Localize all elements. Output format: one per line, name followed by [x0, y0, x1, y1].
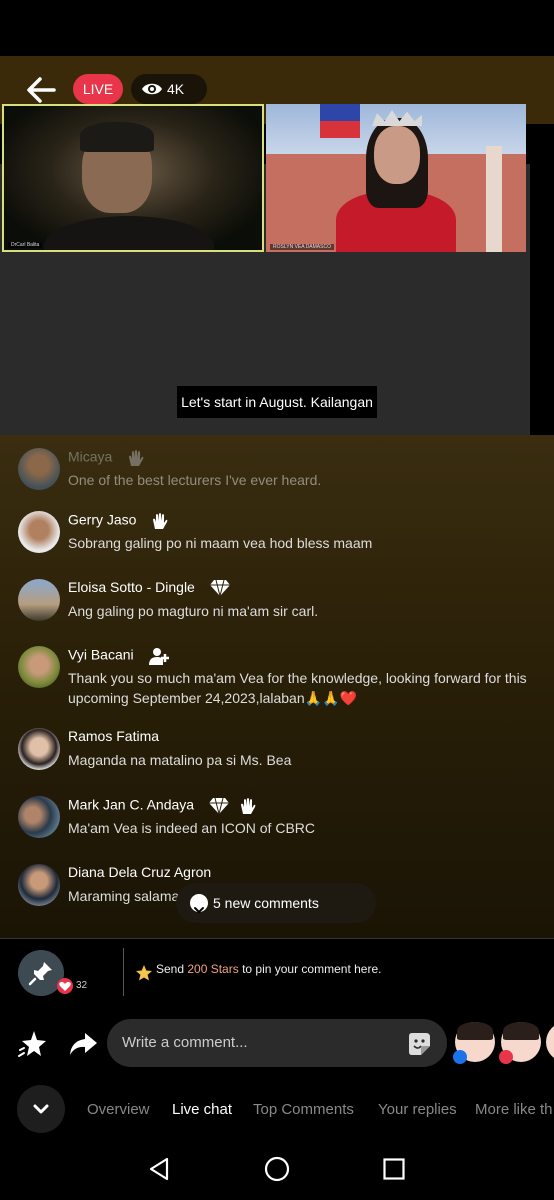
avatar[interactable] — [18, 448, 60, 490]
nav-back-icon[interactable] — [147, 1157, 171, 1181]
share-arrow-icon — [70, 1033, 97, 1055]
heart-icon — [499, 1050, 513, 1064]
new-comments-label: 5 new comments — [213, 895, 319, 911]
tab-overview[interactable]: Overview — [87, 1101, 150, 1118]
back-button[interactable] — [24, 74, 58, 106]
viewer-count: 4K — [167, 81, 185, 97]
avatar[interactable] — [18, 796, 60, 838]
divider — [123, 948, 124, 996]
avatar[interactable] — [18, 864, 60, 906]
avatar[interactable] — [18, 728, 60, 770]
comment-text: Ma'am Vea is indeed an ICON of CBRC — [68, 820, 316, 836]
live-badge: LIVE — [73, 74, 123, 104]
sticker-button[interactable] — [406, 1031, 432, 1062]
guest-name-tag: ROSLYN VEA DAMASCO — [270, 244, 334, 250]
share-button[interactable] — [68, 1030, 98, 1063]
reaction-count: 32 — [76, 980, 88, 991]
pin-prompt[interactable]: Send 200 Stars to pin your comment here. — [156, 962, 381, 976]
comment-input[interactable]: Write a comment... — [107, 1019, 447, 1067]
eye-icon — [142, 83, 162, 95]
like-icon — [453, 1050, 467, 1064]
wave-icon — [153, 513, 168, 529]
stars-button[interactable] — [16, 1028, 48, 1065]
comment-text: Sobrang galing po ni maam vea hod bless … — [68, 535, 373, 551]
chevron-down-icon — [190, 894, 208, 914]
tab-your-replies[interactable]: Your replies — [378, 1101, 457, 1118]
video-caption: Let's start in August. Kailangan — [177, 386, 377, 418]
tab-more-like-this[interactable]: More like th — [475, 1101, 553, 1118]
avatar[interactable] — [18, 646, 60, 688]
comment-author: Mark Jan C. Andaya — [68, 796, 258, 816]
speaker-name-tag: DrCarl Balita — [8, 242, 43, 248]
system-nav-bar — [0, 1138, 554, 1200]
comment-text: Ang galing po magturo ni ma'am sir carl. — [68, 603, 319, 619]
diamond-icon — [209, 580, 230, 597]
heart-icon — [57, 978, 73, 994]
tab-top-comments[interactable]: Top Comments — [253, 1101, 354, 1118]
comment-author: Vyi Bacani — [68, 646, 170, 666]
nav-home-icon[interactable] — [264, 1156, 290, 1182]
comment-text: Thank you so much ma'am Vea for the know… — [68, 670, 527, 706]
chevron-down-icon — [33, 1104, 49, 1114]
viewer-count-badge: 4K — [131, 74, 207, 104]
video-tile-speaker: DrCarl Balita — [2, 104, 264, 252]
reaction-love-avatar[interactable] — [499, 1022, 541, 1064]
avatar[interactable] — [18, 579, 60, 621]
avatar[interactable] — [18, 511, 60, 553]
arrow-left-icon — [27, 77, 56, 103]
status-bar — [0, 0, 554, 56]
sticker-icon — [409, 1033, 430, 1055]
new-comments-button[interactable]: 5 new comments — [176, 883, 376, 923]
comment-author: Diana Dela Cruz Agron — [68, 864, 212, 880]
stars-amount: 200 Stars — [187, 962, 239, 976]
comment-author: Micaya — [68, 448, 146, 468]
comment-text: One of the best lecturers I've ever hear… — [68, 472, 322, 488]
comment-author: Gerry Jaso — [68, 511, 170, 531]
reaction-like-avatar[interactable] — [453, 1022, 495, 1064]
wave-icon — [240, 798, 256, 814]
sparkle-star-icon — [18, 1031, 46, 1057]
collapse-button[interactable] — [17, 1085, 65, 1133]
nav-recents-icon[interactable] — [383, 1158, 405, 1180]
comment-author: Eloisa Sotto - Dingle — [68, 579, 231, 597]
tab-live-chat[interactable]: Live chat — [172, 1101, 232, 1118]
wave-icon — [129, 450, 144, 466]
comment-author: Ramos Fatima — [68, 728, 160, 744]
diamond-icon — [208, 797, 229, 815]
star-icon — [136, 965, 152, 981]
live-chat-list[interactable]: Micaya One of the best lecturers I've ev… — [0, 435, 554, 938]
comment-text: Maganda na matalino pa si Ms. Bea — [68, 752, 292, 768]
video-tile-guest: ROSLYN VEA DAMASCO — [266, 104, 526, 252]
person-add-icon — [148, 648, 169, 665]
